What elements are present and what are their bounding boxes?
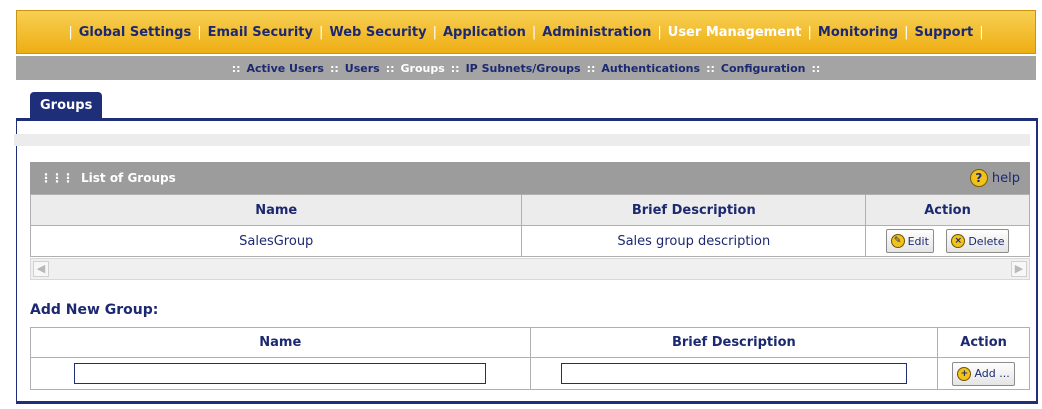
group-name-cell: SalesGroup <box>29 225 523 257</box>
subnav-separator: :: <box>811 61 821 75</box>
add-label: Add ... <box>974 367 1010 380</box>
nav-item-web-security[interactable]: Web Security <box>329 25 426 40</box>
help-icon: ? <box>969 169 988 187</box>
help-label: help <box>991 170 1020 186</box>
subnav-separator: :: <box>586 61 596 75</box>
delete-label: Delete <box>968 234 1005 248</box>
subnav-separator: :: <box>385 61 395 75</box>
nav-separator: | <box>68 24 73 40</box>
column-header-description: Brief Description <box>521 194 867 226</box>
name-input-cell <box>30 357 531 390</box>
add-group-table: Name Brief Description Action + Add ... <box>30 327 1030 390</box>
panel-divider <box>14 134 1030 146</box>
subnav-item-authentications[interactable]: Authentications <box>601 62 700 75</box>
nav-item-support[interactable]: Support <box>914 25 973 40</box>
horizontal-scrollbar[interactable]: ◀ ▶ <box>30 258 1030 280</box>
nav-item-administration[interactable]: Administration <box>542 25 651 40</box>
sub-nav: :: Active Users :: Users :: Groups :: IP… <box>16 56 1036 80</box>
add-column-header-action: Action <box>937 327 1030 358</box>
subnav-separator: :: <box>329 61 339 75</box>
nav-separator: | <box>979 24 984 40</box>
add-action-cell: + Add ... <box>937 357 1030 390</box>
subnav-separator: :: <box>231 61 241 75</box>
nav-separator: | <box>531 24 537 40</box>
edit-icon: ✎ <box>890 234 905 248</box>
subnav-separator: :: <box>706 61 715 75</box>
delete-icon: × <box>951 234 966 248</box>
list-title: List of Groups <box>81 171 176 185</box>
main-nav: | Global Settings | Email Security | Web… <box>16 10 1036 54</box>
grip-icon: ⋮⋮⋮ <box>40 171 74 185</box>
subnav-item-groups[interactable]: Groups <box>401 62 445 75</box>
add-column-header-description: Brief Description <box>529 327 939 358</box>
nav-item-application[interactable]: Application <box>443 25 526 40</box>
add-column-header-name: Name <box>30 327 531 358</box>
nav-item-global-settings[interactable]: Global Settings <box>79 25 191 40</box>
add-button[interactable]: + Add ... <box>952 361 1015 386</box>
nav-separator: | <box>904 24 909 40</box>
subnav-item-active-users[interactable]: Active Users <box>247 62 324 75</box>
nav-separator: | <box>318 24 324 40</box>
add-icon: + <box>957 366 972 381</box>
edit-button[interactable]: ✎ Edit <box>885 229 934 253</box>
group-name-input[interactable] <box>74 363 487 384</box>
nav-separator: | <box>432 24 437 40</box>
table-row: SalesGroup Sales group description ✎ Edi… <box>29 225 1030 257</box>
group-description-input[interactable] <box>560 363 907 384</box>
edit-label: Edit <box>907 234 929 248</box>
table-row: + Add ... <box>30 357 1030 390</box>
nav-separator: | <box>807 24 812 40</box>
action-cell: ✎ Edit × Delete <box>865 225 1030 257</box>
scroll-left-icon[interactable]: ◀ <box>33 261 49 277</box>
tab-groups[interactable]: Groups <box>30 92 103 120</box>
subnav-item-ip-subnets-groups[interactable]: IP Subnets/Groups <box>466 62 581 75</box>
scroll-right-icon[interactable]: ▶ <box>1011 261 1027 277</box>
description-input-cell <box>529 357 939 390</box>
nav-item-user-management[interactable]: User Management <box>668 25 802 40</box>
group-description-cell: Sales group description <box>521 225 867 257</box>
subnav-separator: :: <box>450 61 460 75</box>
nav-separator: | <box>657 24 662 40</box>
column-header-action: Action <box>865 194 1030 226</box>
nav-item-monitoring[interactable]: Monitoring <box>818 25 898 40</box>
add-new-group-title: Add New Group: <box>30 302 159 318</box>
nav-item-email-security[interactable]: Email Security <box>208 25 313 40</box>
delete-button[interactable]: × Delete <box>946 229 1010 253</box>
groups-table: Name Brief Description Action SalesGroup… <box>29 194 1030 257</box>
subnav-item-users[interactable]: Users <box>345 62 380 75</box>
column-header-name: Name <box>29 194 523 226</box>
list-of-groups-header: ⋮⋮⋮ List of Groups ? help <box>30 162 1030 194</box>
subnav-item-configuration[interactable]: Configuration <box>721 62 806 75</box>
help-link[interactable]: ? help <box>969 169 1020 187</box>
nav-separator: | <box>197 24 202 40</box>
